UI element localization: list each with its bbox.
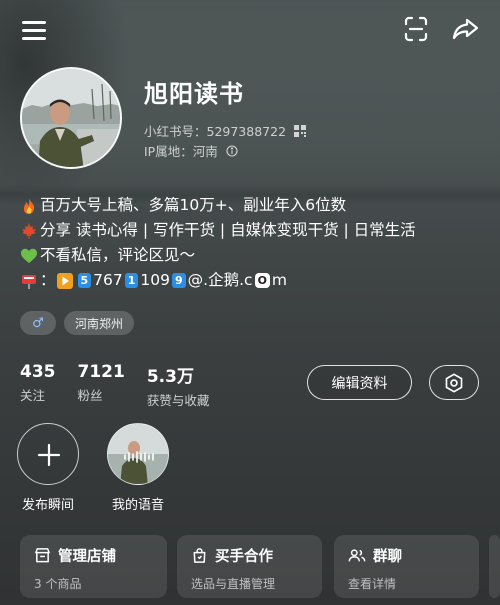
bio-line-4-text: 109	[140, 271, 171, 289]
publish-moment-button[interactable]	[17, 423, 79, 485]
bio-line-4-text: m	[271, 271, 288, 289]
settings-button[interactable]	[429, 365, 479, 400]
following-stat[interactable]: 435 关注	[20, 362, 56, 409]
bio-line-3: 不看私信，评论区见～	[20, 243, 480, 268]
bio-line-4-text: @.企鹅.c	[187, 271, 253, 289]
ip-location: IP属地：河南	[144, 144, 218, 159]
share-icon[interactable]	[450, 14, 480, 44]
menu-icon[interactable]	[22, 19, 48, 41]
profile-id-row: 小红书号：5297388722	[144, 121, 307, 140]
bio-line-1: 百万大号上稿、多篇10万+、副业年入6位数	[20, 193, 480, 218]
manage-shop-title: 管理店铺	[58, 549, 116, 565]
fire-icon	[23, 197, 35, 214]
profile-name: 旭阳读书	[144, 80, 244, 108]
bio-line-4: ： 5 767 1 109 9 @.企鹅.c O m	[20, 268, 480, 293]
followers-label: 粉丝	[77, 388, 103, 403]
male-icon: ♂	[32, 315, 44, 331]
scan-icon[interactable]	[401, 14, 431, 44]
edit-profile-button[interactable]: 编辑资料	[307, 365, 412, 400]
buyer-cooperation-title: 买手合作	[215, 549, 273, 565]
ip-location-row: IP属地：河南	[144, 141, 238, 160]
feature-cards: 管理店铺 3 个商品 买手合作 选品与直播管理 群聊 查看详情	[20, 535, 500, 605]
group-chat-card[interactable]: 群聊 查看详情	[334, 535, 479, 598]
bio-line-2: 分享 读书心得 | 写作干货 | 自媒体变现干货 | 日常生活	[20, 218, 480, 243]
likes-label: 获赞与收藏	[146, 393, 210, 408]
followers-count: 7121	[77, 362, 125, 382]
gender-tag: ♂	[20, 311, 56, 335]
shop-icon	[35, 548, 50, 563]
voice-avatar[interactable]	[107, 423, 169, 485]
bio: 百万大号上稿、多篇10万+、副业年入6位数 分享 读书心得 | 写作干货 | 自…	[20, 193, 480, 293]
publish-moment[interactable]: 发布瞬间	[8, 423, 88, 513]
bio-text-1: 百万大号上稿、多篇10万+、副业年入6位数	[40, 196, 347, 214]
shopping-bag-icon	[193, 548, 206, 563]
manage-shop-card[interactable]: 管理店铺 3 个商品	[20, 535, 167, 598]
bio-line-4-prefix: ：	[40, 271, 56, 289]
voice-waveform-icon	[108, 424, 168, 484]
likes-stat[interactable]: 5.3万 获赞与收藏	[147, 362, 210, 409]
info-icon[interactable]	[226, 144, 238, 157]
avatar-photo	[22, 69, 120, 167]
buyer-cooperation-subtitle: 选品与直播管理	[191, 577, 276, 591]
digit-badge: 9	[172, 273, 186, 288]
gear-icon	[445, 372, 463, 393]
my-voice-label: 我的语音	[111, 498, 164, 513]
profile-stats: 435 关注 7121 粉丝 5.3万 获赞与收藏	[20, 362, 231, 409]
top-bar	[0, 0, 500, 60]
likes-count: 5.3万	[146, 367, 194, 387]
plus-icon	[37, 443, 61, 467]
profile-id: 小红书号：5297388722	[144, 124, 287, 139]
group-icon	[348, 549, 366, 562]
group-chat-title: 群聊	[373, 549, 402, 565]
buyer-cooperation-card[interactable]: 买手合作 选品与直播管理	[177, 535, 322, 598]
following-count: 435	[20, 362, 56, 382]
bio-line-4-text: 767	[93, 271, 123, 289]
following-label: 关注	[20, 388, 46, 403]
digit-badge: 1	[124, 273, 139, 288]
green-heart-icon	[21, 248, 37, 263]
location-tag: 河南郑州	[64, 311, 135, 335]
qr-code-icon[interactable]	[294, 124, 307, 137]
play-button-icon	[56, 272, 73, 289]
followers-stat[interactable]: 7121 粉丝	[78, 362, 125, 409]
digit-badge: 5	[77, 273, 92, 288]
manage-shop-subtitle: 3 个商品	[34, 577, 82, 591]
bio-text-2: 分享 读书心得 | 写作干货 | 自媒体变现干货 | 日常生活	[40, 221, 416, 239]
more-card-partial[interactable]	[489, 535, 500, 598]
mailbox-icon	[22, 274, 36, 289]
publish-moment-label: 发布瞬间	[21, 498, 74, 513]
bio-text-3: 不看私信，评论区见～	[40, 246, 196, 264]
profile-tags: ♂ 河南郑州	[20, 311, 135, 335]
group-chat-subtitle: 查看详情	[348, 577, 397, 591]
my-voice[interactable]: 我的语音	[98, 423, 178, 513]
letter-badge: O	[254, 273, 270, 288]
avatar[interactable]	[20, 67, 122, 169]
maple-leaf-icon	[22, 222, 36, 239]
